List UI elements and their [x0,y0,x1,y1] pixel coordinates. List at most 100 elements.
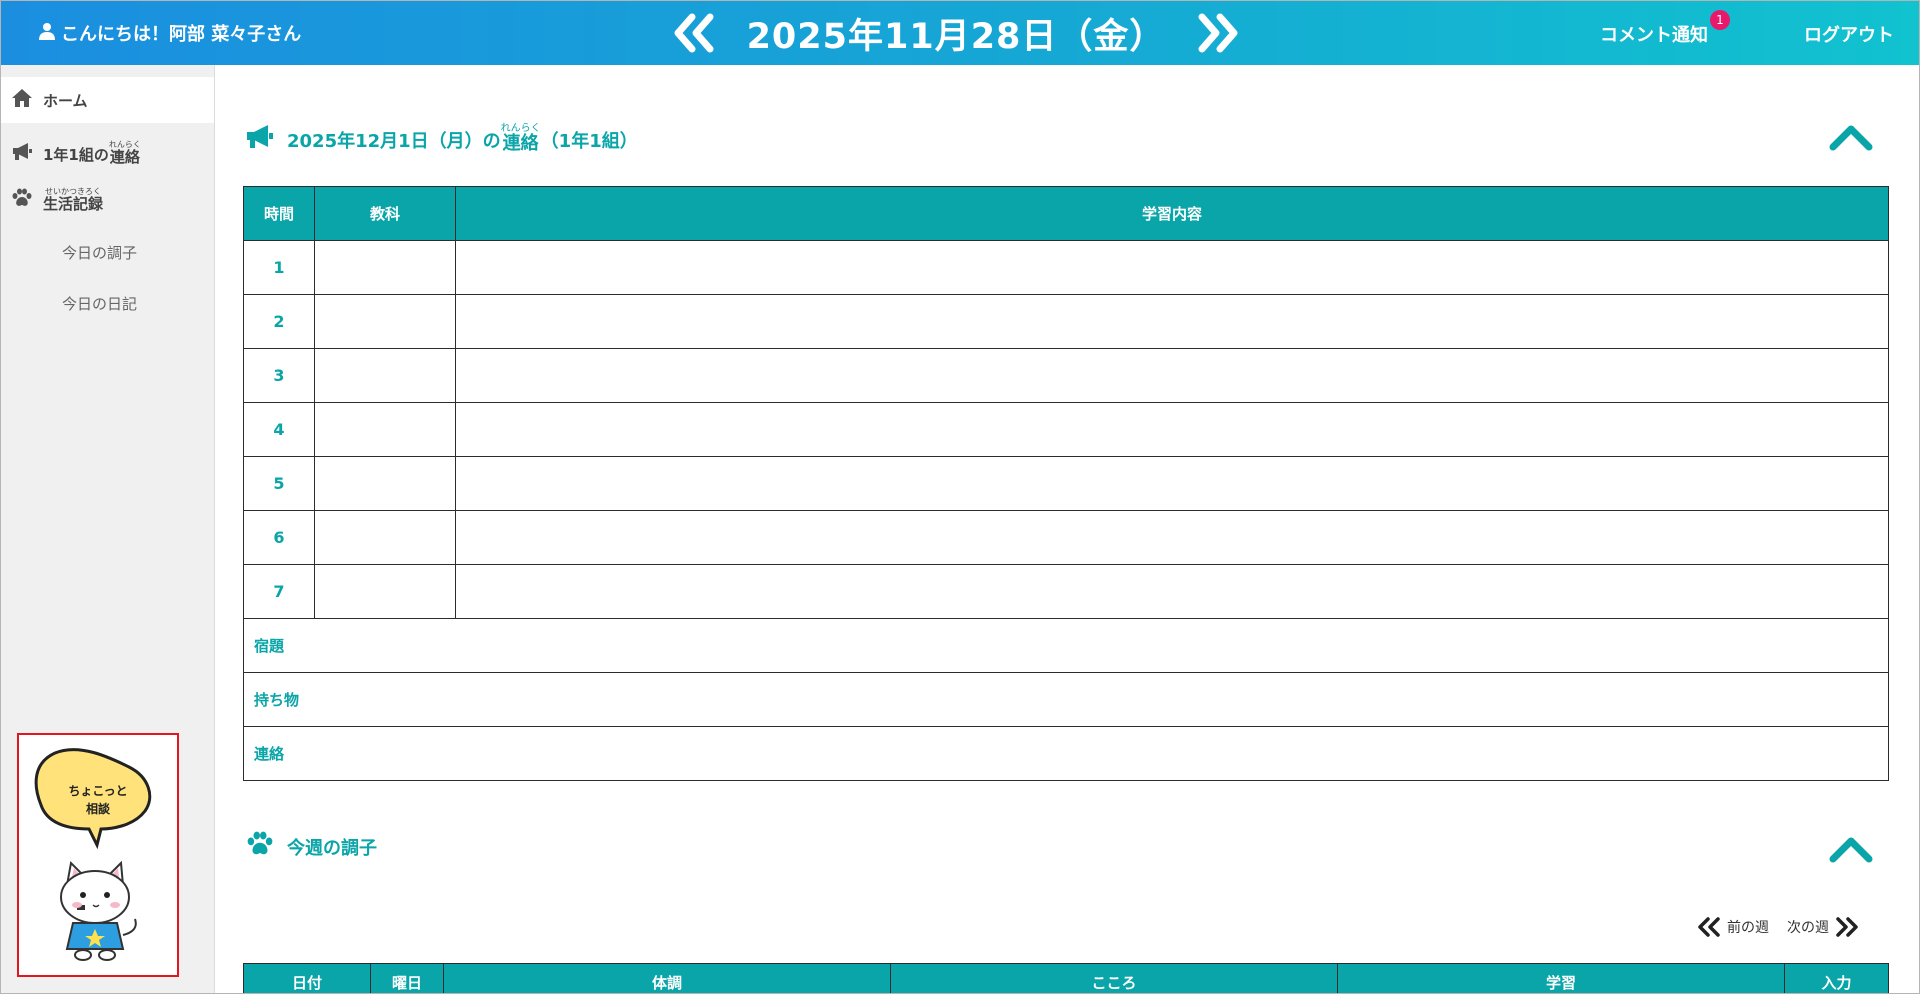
header-cell-input: 入力 [1784,963,1889,993]
table-row: 4 [243,402,1889,457]
table-header-row: 時間 教科 学習内容 [243,186,1889,241]
collapse-contact-button[interactable] [1829,121,1873,151]
subject-cell [314,348,456,403]
subject-cell [314,402,456,457]
megaphone-icon [11,141,33,165]
sidebar-item-label: 1年1組の れんらく 連絡 [43,141,141,165]
period-number: 7 [243,564,315,619]
header-cell-study: 学習 [1337,963,1785,993]
ruby-base: 生活記録 [43,195,104,213]
title-suffix: （1年1組） [540,131,638,152]
ruby-base: 連絡 [109,148,140,166]
comment-notification-button[interactable]: コメント通知 1 [1600,10,1730,47]
weekly-condition-table: 日付 曜日 体調 こころ 学習 入力 [243,963,1889,993]
header-cell-subject: 教科 [314,186,456,241]
contact-prefix: 1年1組の [43,146,109,164]
user-greeting: こんにちは！阿部 菜々子さん [39,20,301,46]
header-cell-health: 体調 [443,963,891,993]
table-row: 3 [243,348,1889,403]
consult-line1: ちょこっと [68,784,127,798]
header-cell-mind: こころ [890,963,1338,993]
header-cell-date: 日付 [243,963,371,993]
content-cell [455,348,1889,403]
sidebar-item-life-record[interactable]: せいかつきろく 生活記録 [1,182,214,218]
table-row: 6 [243,510,1889,565]
period-number: 4 [243,402,315,457]
subject-cell [314,510,456,565]
table-row-belongings: 持ち物 [243,672,1889,727]
next-week-button[interactable]: 次の週 [1787,917,1859,937]
prev-week-label: 前の週 [1727,920,1769,936]
sidebar: ホーム 1年1組の れんらく 連絡 せいかつきろく 生活記録 今日の調子 今日の… [1,65,215,993]
sidebar-item-home[interactable]: ホーム [1,77,214,123]
consult-line2: 相談 [86,801,111,816]
table-row: 1 [243,240,1889,295]
user-icon [39,22,55,45]
cat-mascot-icon: ちょこっと 相談 [34,748,152,961]
title-prefix: 2025年12月1日（月）の [287,131,501,152]
sidebar-item-label: ホーム [43,91,88,110]
week-navigator: 前の週 次の週 [1697,917,1859,937]
prev-day-button[interactable] [666,8,722,58]
life-record-ruby: せいかつきろく 生活記録 [43,188,103,212]
contact-ruby: れんらく 連絡 [109,141,141,165]
prev-week-button[interactable]: 前の週 [1697,917,1769,937]
content-cell [455,510,1889,565]
period-number: 1 [243,240,315,295]
sidebar-item-class-contact[interactable]: 1年1組の れんらく 連絡 [1,135,214,171]
double-chevron-left-icon [1698,917,1720,937]
consult-button[interactable]: ちょこっと 相談 [17,733,179,977]
period-number: 6 [243,510,315,565]
date-navigator: 2025年11月28日（金） [666,8,1246,58]
table-header-row: 日付 曜日 体調 こころ 学習 入力 [243,963,1889,993]
app-frame: こんにちは！阿部 菜々子さん 2025年11月28日（金） コメント通知 1 ロ… [0,0,1920,994]
contact-title-text: 2025年12月1日（月）の れんらく 連絡 （1年1組） [287,124,638,153]
paw-icon [245,831,275,862]
homework-label: 宿題 [243,618,1889,673]
subject-cell [314,564,456,619]
next-day-button[interactable] [1190,8,1246,58]
table-row: 5 [243,456,1889,511]
chevron-up-icon [1829,837,1873,863]
sidebar-subitem-today-diary[interactable]: 今日の日記 [62,293,137,314]
belongings-label: 持ち物 [243,672,1889,727]
subject-cell [314,294,456,349]
table-row-notice: 連絡 [243,726,1889,781]
logout-button[interactable]: ログアウト [1804,21,1894,47]
main-content: 2025年12月1日（月）の れんらく 連絡 （1年1組） 時間 教科 学習内容… [215,65,1919,993]
double-chevron-right-icon [1198,13,1238,53]
table-row: 2 [243,294,1889,349]
header-cell-weekday: 曜日 [370,963,444,993]
table-row-homework: 宿題 [243,618,1889,673]
title-ruby: れんらく 連絡 [501,124,541,153]
double-chevron-right-icon [1836,917,1858,937]
table-row: 7 [243,564,1889,619]
week-section-title: 今週の調子 [245,831,377,862]
week-title-text: 今週の調子 [287,837,377,859]
subject-cell [314,456,456,511]
paw-icon [11,188,33,212]
content-cell [455,402,1889,457]
collapse-week-button[interactable] [1829,833,1873,863]
double-chevron-left-icon [674,13,714,53]
next-week-label: 次の週 [1787,920,1829,936]
content-cell [455,456,1889,511]
notification-badge: 1 [1710,10,1730,30]
content-cell [455,240,1889,295]
sidebar-subitem-today-condition[interactable]: 今日の調子 [62,242,137,263]
notification-label: コメント通知 [1600,25,1708,46]
contact-section-title: 2025年12月1日（月）の れんらく 連絡 （1年1組） [245,123,638,154]
home-icon [11,88,33,112]
current-date: 2025年11月28日（金） [746,16,1166,57]
period-number: 3 [243,348,315,403]
subject-cell [314,240,456,295]
period-number: 2 [243,294,315,349]
greeting-text: こんにちは！阿部 菜々子さん [61,24,302,45]
content-cell [455,564,1889,619]
header-cell-content: 学習内容 [455,186,1889,241]
ruby-base: 連絡 [502,133,539,154]
class-schedule-table: 時間 教科 学習内容 1 2 3 4 5 6 7 宿題 持ち物 連絡 [243,186,1889,781]
chevron-up-icon [1829,125,1873,151]
header-cell-time: 時間 [243,186,315,241]
megaphone-icon [245,123,275,154]
